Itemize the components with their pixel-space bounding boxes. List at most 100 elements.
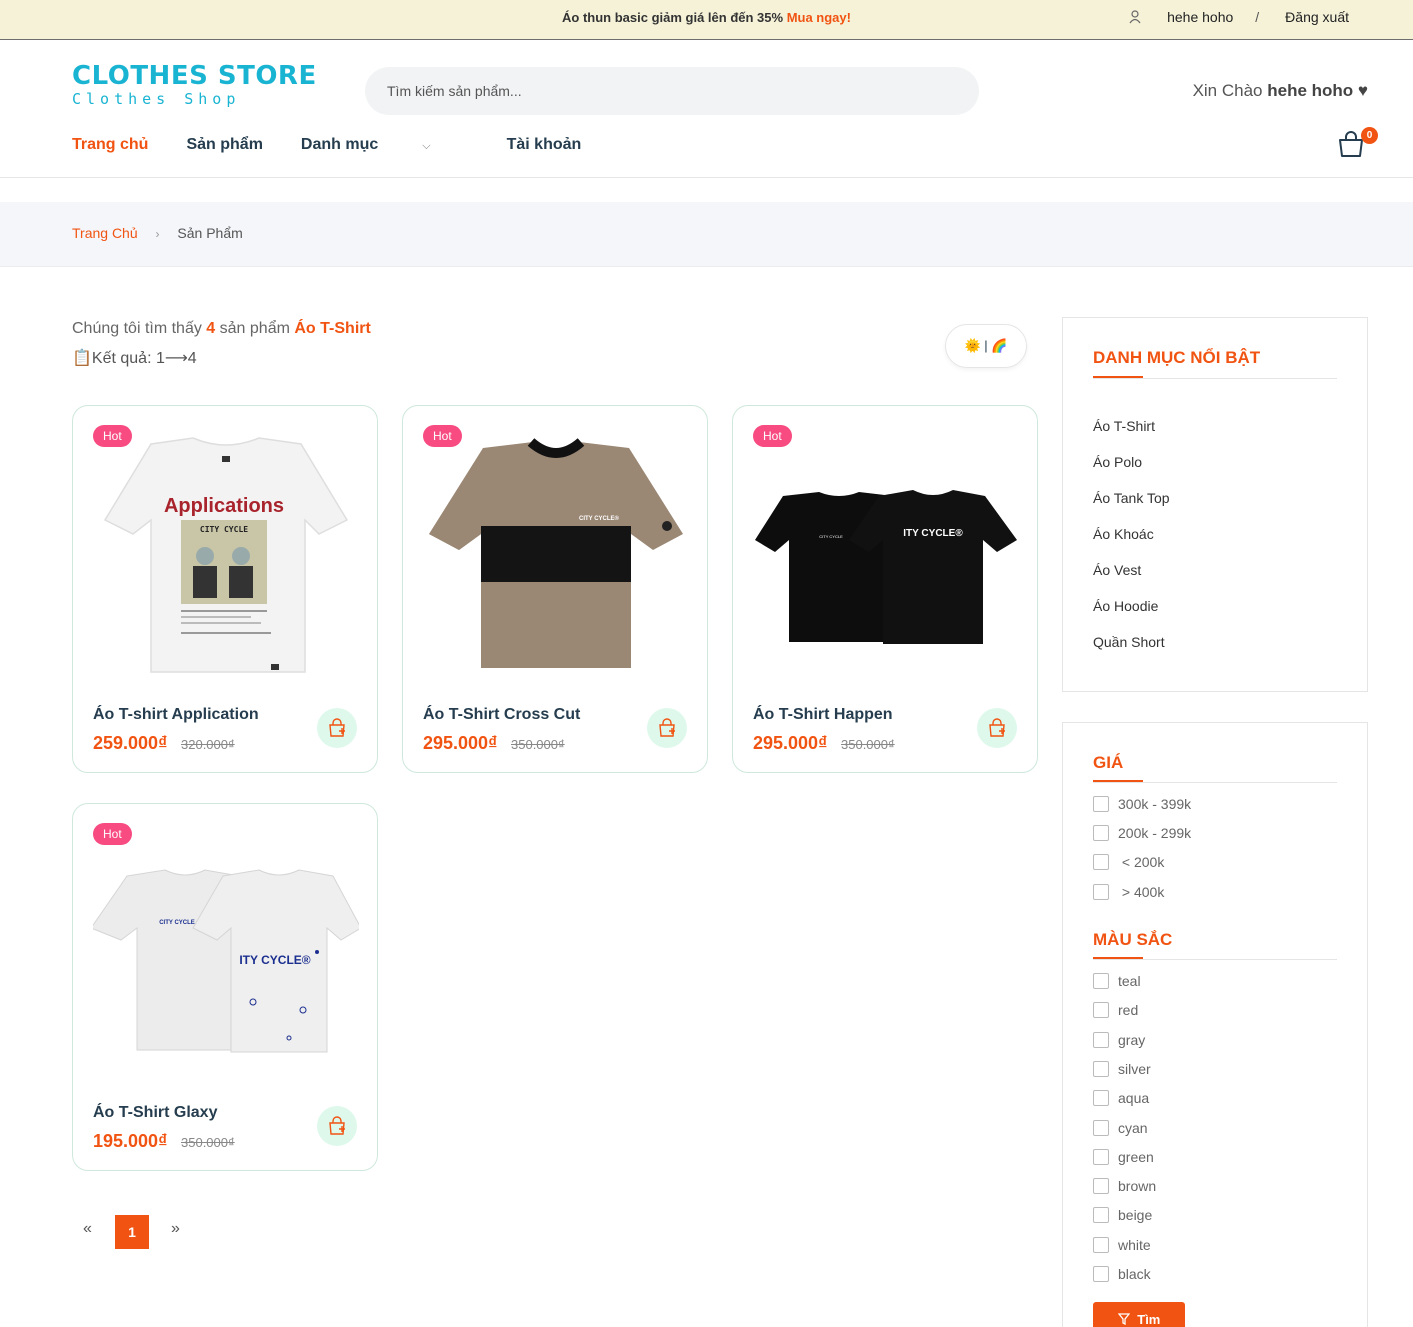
title-accent <box>1093 780 1143 782</box>
pagination-next[interactable]: » <box>171 1220 180 1238</box>
hot-badge: Hot <box>423 425 462 447</box>
product-old-price: 320.000₫ <box>181 737 235 752</box>
filter-icon <box>1117 1312 1138 1327</box>
product-card[interactable]: CITY CYCLE ITY CYCLE® Hot Áo T-Shirt Gla… <box>72 803 378 1171</box>
checkbox[interactable] <box>1093 884 1109 900</box>
color-option-label: teal <box>1118 973 1141 989</box>
greeting: Xin Chào hehe hoho ♥ <box>1193 81 1368 101</box>
checkbox[interactable] <box>1093 1090 1109 1106</box>
checkbox[interactable] <box>1093 1120 1109 1136</box>
hot-badge: Hot <box>753 425 792 447</box>
checkbox[interactable] <box>1093 825 1109 841</box>
pagination-page-1[interactable]: 1 <box>115 1215 149 1249</box>
checkbox[interactable] <box>1093 1237 1109 1253</box>
color-option[interactable]: gray <box>1093 1032 1145 1048</box>
product-name[interactable]: Áo T-Shirt Glaxy <box>93 1104 217 1122</box>
hot-badge: Hot <box>93 425 132 447</box>
category-link[interactable]: Áo Hoodie <box>1093 598 1158 614</box>
checkbox[interactable] <box>1093 1032 1109 1048</box>
promo-link[interactable]: Mua ngay! <box>787 10 851 25</box>
product-name[interactable]: Áo T-Shirt Cross Cut <box>423 706 580 724</box>
nav-account[interactable]: Tài khoản <box>507 136 582 154</box>
color-option[interactable]: white <box>1093 1237 1151 1253</box>
category-link[interactable]: Áo Polo <box>1093 454 1142 470</box>
title-divider <box>1093 959 1337 960</box>
checkbox[interactable] <box>1093 1207 1109 1223</box>
title-accent <box>1093 957 1143 959</box>
color-option[interactable]: silver <box>1093 1061 1151 1077</box>
checkbox[interactable] <box>1093 1266 1109 1282</box>
color-option[interactable]: red <box>1093 1002 1138 1018</box>
price-option-label: 200k - 299k <box>1118 825 1192 841</box>
category-link[interactable]: Áo T-Shirt <box>1093 418 1155 434</box>
store-logo[interactable]: CLOTHES STORE Clothes Shop <box>72 62 317 108</box>
product-image[interactable]: CITY CYCLE ITY CYCLE® <box>753 434 1019 682</box>
add-to-cart-button[interactable] <box>317 1106 357 1146</box>
checkbox[interactable] <box>1093 973 1109 989</box>
product-card[interactable]: CITY CYCLE® Hot Áo T-Shirt Cross Cut 295… <box>402 405 708 773</box>
top-username[interactable]: hehe hoho <box>1167 9 1233 25</box>
nav-products[interactable]: Sản phẩm <box>186 136 262 154</box>
filter-search-label: Tìm <box>1137 1312 1161 1327</box>
greeting-prefix: Xin Chào <box>1192 81 1263 100</box>
price-option[interactable]: 200k - 299k <box>1093 825 1191 841</box>
art-app-sub: CITY CYCLE <box>200 525 248 534</box>
breadcrumb-arrow-icon: › <box>155 227 160 241</box>
pagination-prev[interactable]: « <box>83 1220 92 1238</box>
category-link[interactable]: Áo Vest <box>1093 562 1141 578</box>
checkbox[interactable] <box>1093 1149 1109 1165</box>
product-card[interactable]: Applications CITY CYCLE Hot Áo T-shirt A… <box>72 405 378 773</box>
color-option[interactable]: teal <box>1093 973 1141 989</box>
product-card[interactable]: CITY CYCLE ITY CYCLE® Hot Áo T-Shirt Hap… <box>732 405 1038 773</box>
hot-badge: Hot <box>93 823 132 845</box>
search-input[interactable] <box>365 67 979 115</box>
color-option[interactable]: beige <box>1093 1207 1152 1223</box>
title-divider <box>1093 378 1337 379</box>
color-option-label: red <box>1118 1002 1139 1018</box>
art-galaxy-small: CITY CYCLE <box>159 920 195 926</box>
category-link[interactable]: Áo Tank Top <box>1093 490 1170 506</box>
user-icon <box>1129 10 1141 24</box>
checkbox[interactable] <box>1093 1061 1109 1077</box>
price-option[interactable]: < 200k <box>1093 854 1164 870</box>
art-cross-logo: CITY CYCLE® <box>579 515 620 522</box>
category-link[interactable]: Quần Short <box>1093 634 1165 650</box>
category-link[interactable]: Áo Khoác <box>1093 526 1154 542</box>
title-accent <box>1093 376 1143 378</box>
add-to-cart-button[interactable] <box>977 708 1017 748</box>
color-option-label: silver <box>1118 1061 1151 1077</box>
product-price: 295.000₫ <box>423 733 498 753</box>
promo-bar: Áo thun basic giảm giá lên đến 35% Mua n… <box>0 0 1413 40</box>
color-option[interactable]: brown <box>1093 1178 1156 1194</box>
color-option-label: green <box>1118 1149 1154 1165</box>
filter-search-button[interactable]: Tìm <box>1093 1302 1185 1327</box>
checkbox[interactable] <box>1093 854 1109 870</box>
product-image[interactable]: CITY CYCLE ITY CYCLE® <box>90 832 362 1080</box>
theme-toggle[interactable]: 🌞 | 🌈 <box>945 324 1027 368</box>
price-filter-title: GIÁ <box>1093 753 1124 772</box>
color-option[interactable]: black <box>1093 1266 1151 1282</box>
product-image[interactable]: Applications CITY CYCLE <box>93 434 359 682</box>
product-name[interactable]: Áo T-shirt Application <box>93 706 259 724</box>
color-option[interactable]: cyan <box>1093 1120 1148 1136</box>
product-name[interactable]: Áo T-Shirt Happen <box>753 706 893 724</box>
logout-link[interactable]: Đăng xuất <box>1285 9 1349 25</box>
checkbox[interactable] <box>1093 1178 1109 1194</box>
promo-text: Áo thun basic giảm giá lên đến 35% <box>562 10 784 25</box>
nav-home[interactable]: Trang chủ <box>72 136 148 154</box>
color-option[interactable]: aqua <box>1093 1090 1149 1106</box>
cart-count-badge: 0 <box>1361 127 1378 144</box>
add-to-cart-button[interactable] <box>647 708 687 748</box>
product-image[interactable]: CITY CYCLE® <box>423 434 689 682</box>
add-to-cart-button[interactable] <box>317 708 357 748</box>
product-price: 295.000₫ <box>753 733 828 753</box>
price-option[interactable]: 300k - 399k <box>1093 796 1191 812</box>
price-option[interactable]: > 400k <box>1093 884 1164 900</box>
product-old-price: 350.000₫ <box>841 737 895 752</box>
checkbox[interactable] <box>1093 796 1109 812</box>
breadcrumb-home[interactable]: Trang Chủ <box>72 225 138 241</box>
checkbox[interactable] <box>1093 1002 1109 1018</box>
color-option[interactable]: green <box>1093 1149 1154 1165</box>
nav-categories-label: Danh mục <box>300 136 379 153</box>
nav-categories[interactable]: Danh mục ⌵ <box>301 136 469 154</box>
